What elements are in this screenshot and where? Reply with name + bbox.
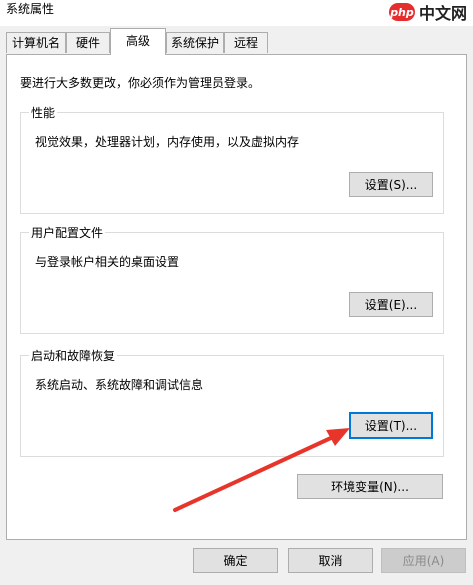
tab-system-protection[interactable]: 系统保护	[166, 32, 224, 53]
performance-settings-button[interactable]: 设置(S)...	[349, 172, 433, 197]
cancel-button[interactable]: 取消	[288, 548, 373, 573]
title-bar: 系统属性 php 中文网	[0, 0, 473, 26]
ok-button[interactable]: 确定	[193, 548, 278, 573]
startup-recovery-settings-button[interactable]: 设置(T)...	[349, 412, 433, 439]
startup-recovery-group: 启动和故障恢复 系统启动、系统故障和调试信息 设置(T)...	[20, 347, 444, 457]
performance-group: 性能 视觉效果，处理器计划，内存使用，以及虚拟内存 设置(S)...	[20, 104, 444, 214]
user-profiles-title: 用户配置文件	[29, 224, 106, 241]
php-logo-icon: php	[388, 3, 415, 21]
apply-button[interactable]: 应用(A)	[381, 548, 466, 573]
admin-notice: 要进行大多数更改，你必须作为管理员登录。	[20, 76, 261, 90]
tab-hardware[interactable]: 硬件	[66, 32, 110, 53]
environment-variables-button[interactable]: 环境变量(N)...	[297, 474, 443, 499]
watermark: php 中文网	[388, 0, 467, 24]
user-profiles-settings-button[interactable]: 设置(E)...	[349, 292, 433, 317]
performance-title: 性能	[29, 104, 58, 121]
performance-description: 视觉效果，处理器计划，内存使用，以及虚拟内存	[35, 135, 300, 149]
user-profiles-group: 用户配置文件 与登录帐户相关的桌面设置 设置(E)...	[20, 224, 444, 334]
watermark-text: 中文网	[418, 4, 467, 23]
startup-recovery-title: 启动和故障恢复	[29, 347, 118, 364]
startup-recovery-description: 系统启动、系统故障和调试信息	[35, 378, 204, 392]
window-title: 系统属性	[6, 2, 55, 16]
tab-advanced[interactable]: 高级	[110, 28, 166, 55]
tab-computer-name[interactable]: 计算机名	[6, 32, 66, 53]
tab-remote[interactable]: 远程	[224, 32, 268, 53]
user-profiles-description: 与登录帐户相关的桌面设置	[35, 255, 180, 269]
